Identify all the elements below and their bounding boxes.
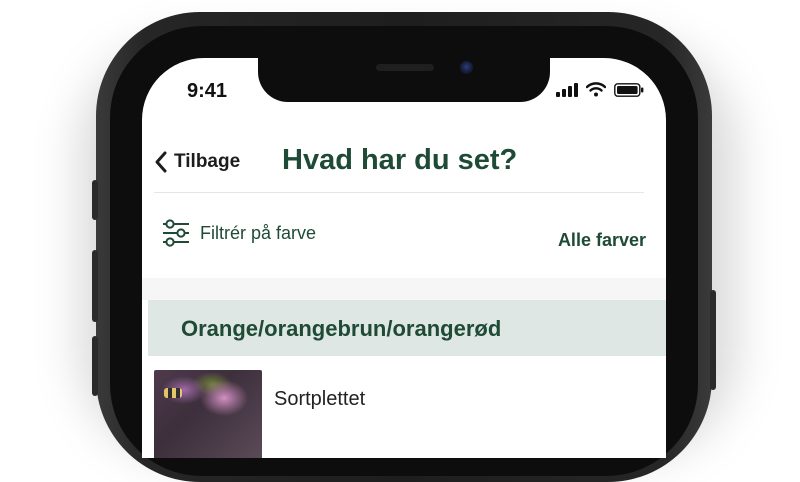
back-label: Tilbage (174, 151, 241, 172)
phone-volume-down-button (92, 336, 98, 396)
section-title: Orange/orangebrun/orangerød (181, 316, 502, 341)
nav-header: Tilbage Hvad har du set? (154, 144, 644, 193)
phone-notch (258, 50, 550, 102)
status-time: 9:41 (187, 80, 228, 102)
phone-power-button (710, 290, 716, 390)
section-header: Orange/orangebrun/orangerød (148, 300, 666, 356)
back-button[interactable]: Tilbage (154, 150, 240, 174)
speaker-grille (376, 64, 434, 71)
divider-band (142, 278, 666, 300)
phone-screen: 9:41 Tilbage Hvad har du set? Filtrér på… (142, 58, 666, 458)
signal-icon (556, 82, 578, 97)
filter-by-color-button[interactable]: Filtrér på farve (162, 218, 316, 248)
battery-icon (614, 82, 644, 97)
camera-icon (460, 61, 473, 74)
list-item[interactable]: Sortplettet (148, 366, 666, 458)
chevron-left-icon (155, 151, 167, 173)
status-icons (556, 82, 644, 97)
species-thumbnail (154, 370, 262, 458)
filter-label: Filtrér på farve (200, 222, 317, 243)
wifi-icon (586, 82, 606, 97)
filter-bar: Filtrér på farve Alle farver (162, 218, 646, 258)
filter-value-dropdown[interactable]: Alle farver (558, 230, 646, 251)
phone-volume-up-button (92, 250, 98, 322)
sliders-icon (163, 219, 189, 247)
page-title: Hvad har du set? (282, 144, 518, 176)
phone-side-button (92, 180, 98, 220)
